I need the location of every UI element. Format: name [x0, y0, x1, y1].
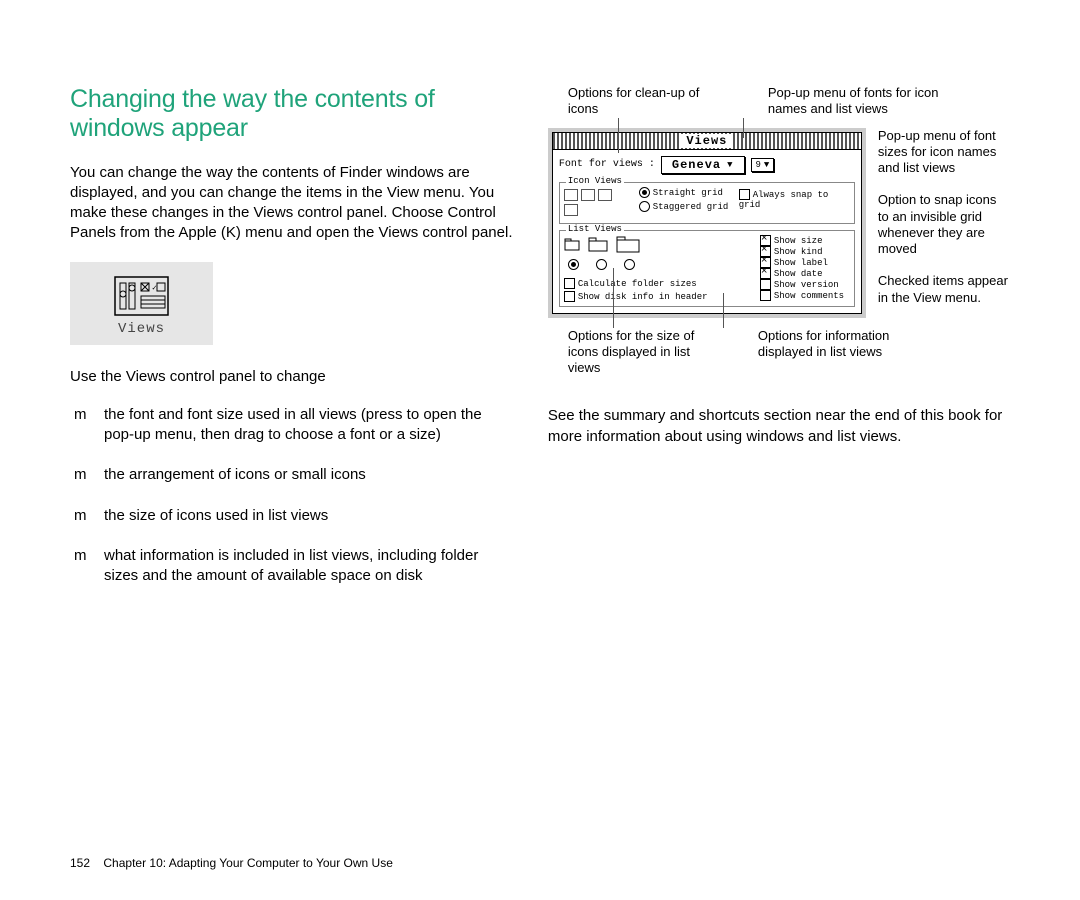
- show-date-checkbox[interactable]: Show date: [760, 268, 850, 279]
- list-item: the arrangement of icons or small icons: [70, 465, 513, 485]
- use-intro: Use the Views control panel to change: [70, 367, 513, 387]
- straight-grid-radio[interactable]: Straight grid: [639, 187, 729, 198]
- closing-paragraph: See the summary and shortcuts section ne…: [548, 406, 1010, 447]
- show-label-checkbox[interactable]: Show label: [760, 257, 850, 268]
- chapter-title: Chapter 10: Adapting Your Computer to Yo…: [103, 856, 393, 870]
- views-icon-figure: ✓ Views: [70, 262, 213, 345]
- list-item: the font and font size used in all views…: [70, 405, 513, 446]
- section-heading: Changing the way the contents of windows…: [70, 85, 513, 143]
- folder-icon: [564, 237, 580, 251]
- icon-size-samples: [564, 187, 629, 219]
- snap-to-grid-checkbox[interactable]: Always snap to grid: [739, 187, 850, 210]
- list-item: what information is included in list vie…: [70, 546, 513, 587]
- list-icon-size-radio[interactable]: [596, 259, 607, 270]
- folder-icon: [616, 235, 640, 253]
- page-footer: 152 Chapter 10: Adapting Your Computer t…: [70, 856, 393, 870]
- chevron-down-icon: ▼: [764, 160, 769, 170]
- callout-snap-option: Option to snap icons to an invisible gri…: [878, 192, 1010, 257]
- callout-checked-items: Checked items appear in the View menu.: [878, 273, 1010, 306]
- font-popup[interactable]: Geneva▼: [661, 156, 745, 174]
- show-comments-checkbox[interactable]: Show comments: [760, 290, 850, 301]
- show-version-checkbox[interactable]: Show version: [760, 279, 850, 290]
- views-panel-screenshot: Views Font for views : Geneva▼ 9▼ Icon V…: [548, 128, 866, 318]
- calc-folder-sizes-checkbox[interactable]: Calculate folder sizes: [564, 278, 750, 289]
- callout-cleanup-options: Options for clean-up of icons: [568, 85, 728, 118]
- callout-font-size-popup: Pop-up menu of font sizes for icon names…: [878, 128, 1010, 177]
- page-number: 152: [70, 856, 90, 870]
- icon-views-section: Icon Views Straight grid Staggered grid …: [559, 182, 855, 224]
- bullet-list: the font and font size used in all views…: [70, 405, 513, 587]
- views-panel-icon: ✓: [114, 272, 169, 317]
- intro-paragraph: You can change the way the contents of F…: [70, 163, 513, 244]
- list-item: the size of icons used in list views: [70, 506, 513, 526]
- show-size-checkbox[interactable]: Show size: [760, 235, 850, 246]
- views-icon-label: Views: [114, 321, 169, 337]
- size-popup[interactable]: 9▼: [751, 158, 775, 172]
- svg-text:✓: ✓: [152, 283, 157, 292]
- list-views-section: List Views: [559, 230, 855, 307]
- window-titlebar: Views: [553, 133, 861, 150]
- list-icon-size-radio[interactable]: [568, 259, 579, 270]
- callout-font-popup: Pop-up menu of fonts for icon names and …: [768, 85, 968, 118]
- callout-list-info: Options for information displayed in lis…: [758, 328, 938, 377]
- chevron-down-icon: ▼: [727, 160, 733, 170]
- folder-icon: [588, 236, 608, 252]
- list-icon-size-radio[interactable]: [624, 259, 635, 270]
- show-kind-checkbox[interactable]: Show kind: [760, 246, 850, 257]
- staggered-grid-radio[interactable]: Staggered grid: [639, 201, 729, 212]
- callout-list-icon-size: Options for the size of icons displayed …: [568, 328, 718, 377]
- font-label: Font for views :: [559, 159, 655, 170]
